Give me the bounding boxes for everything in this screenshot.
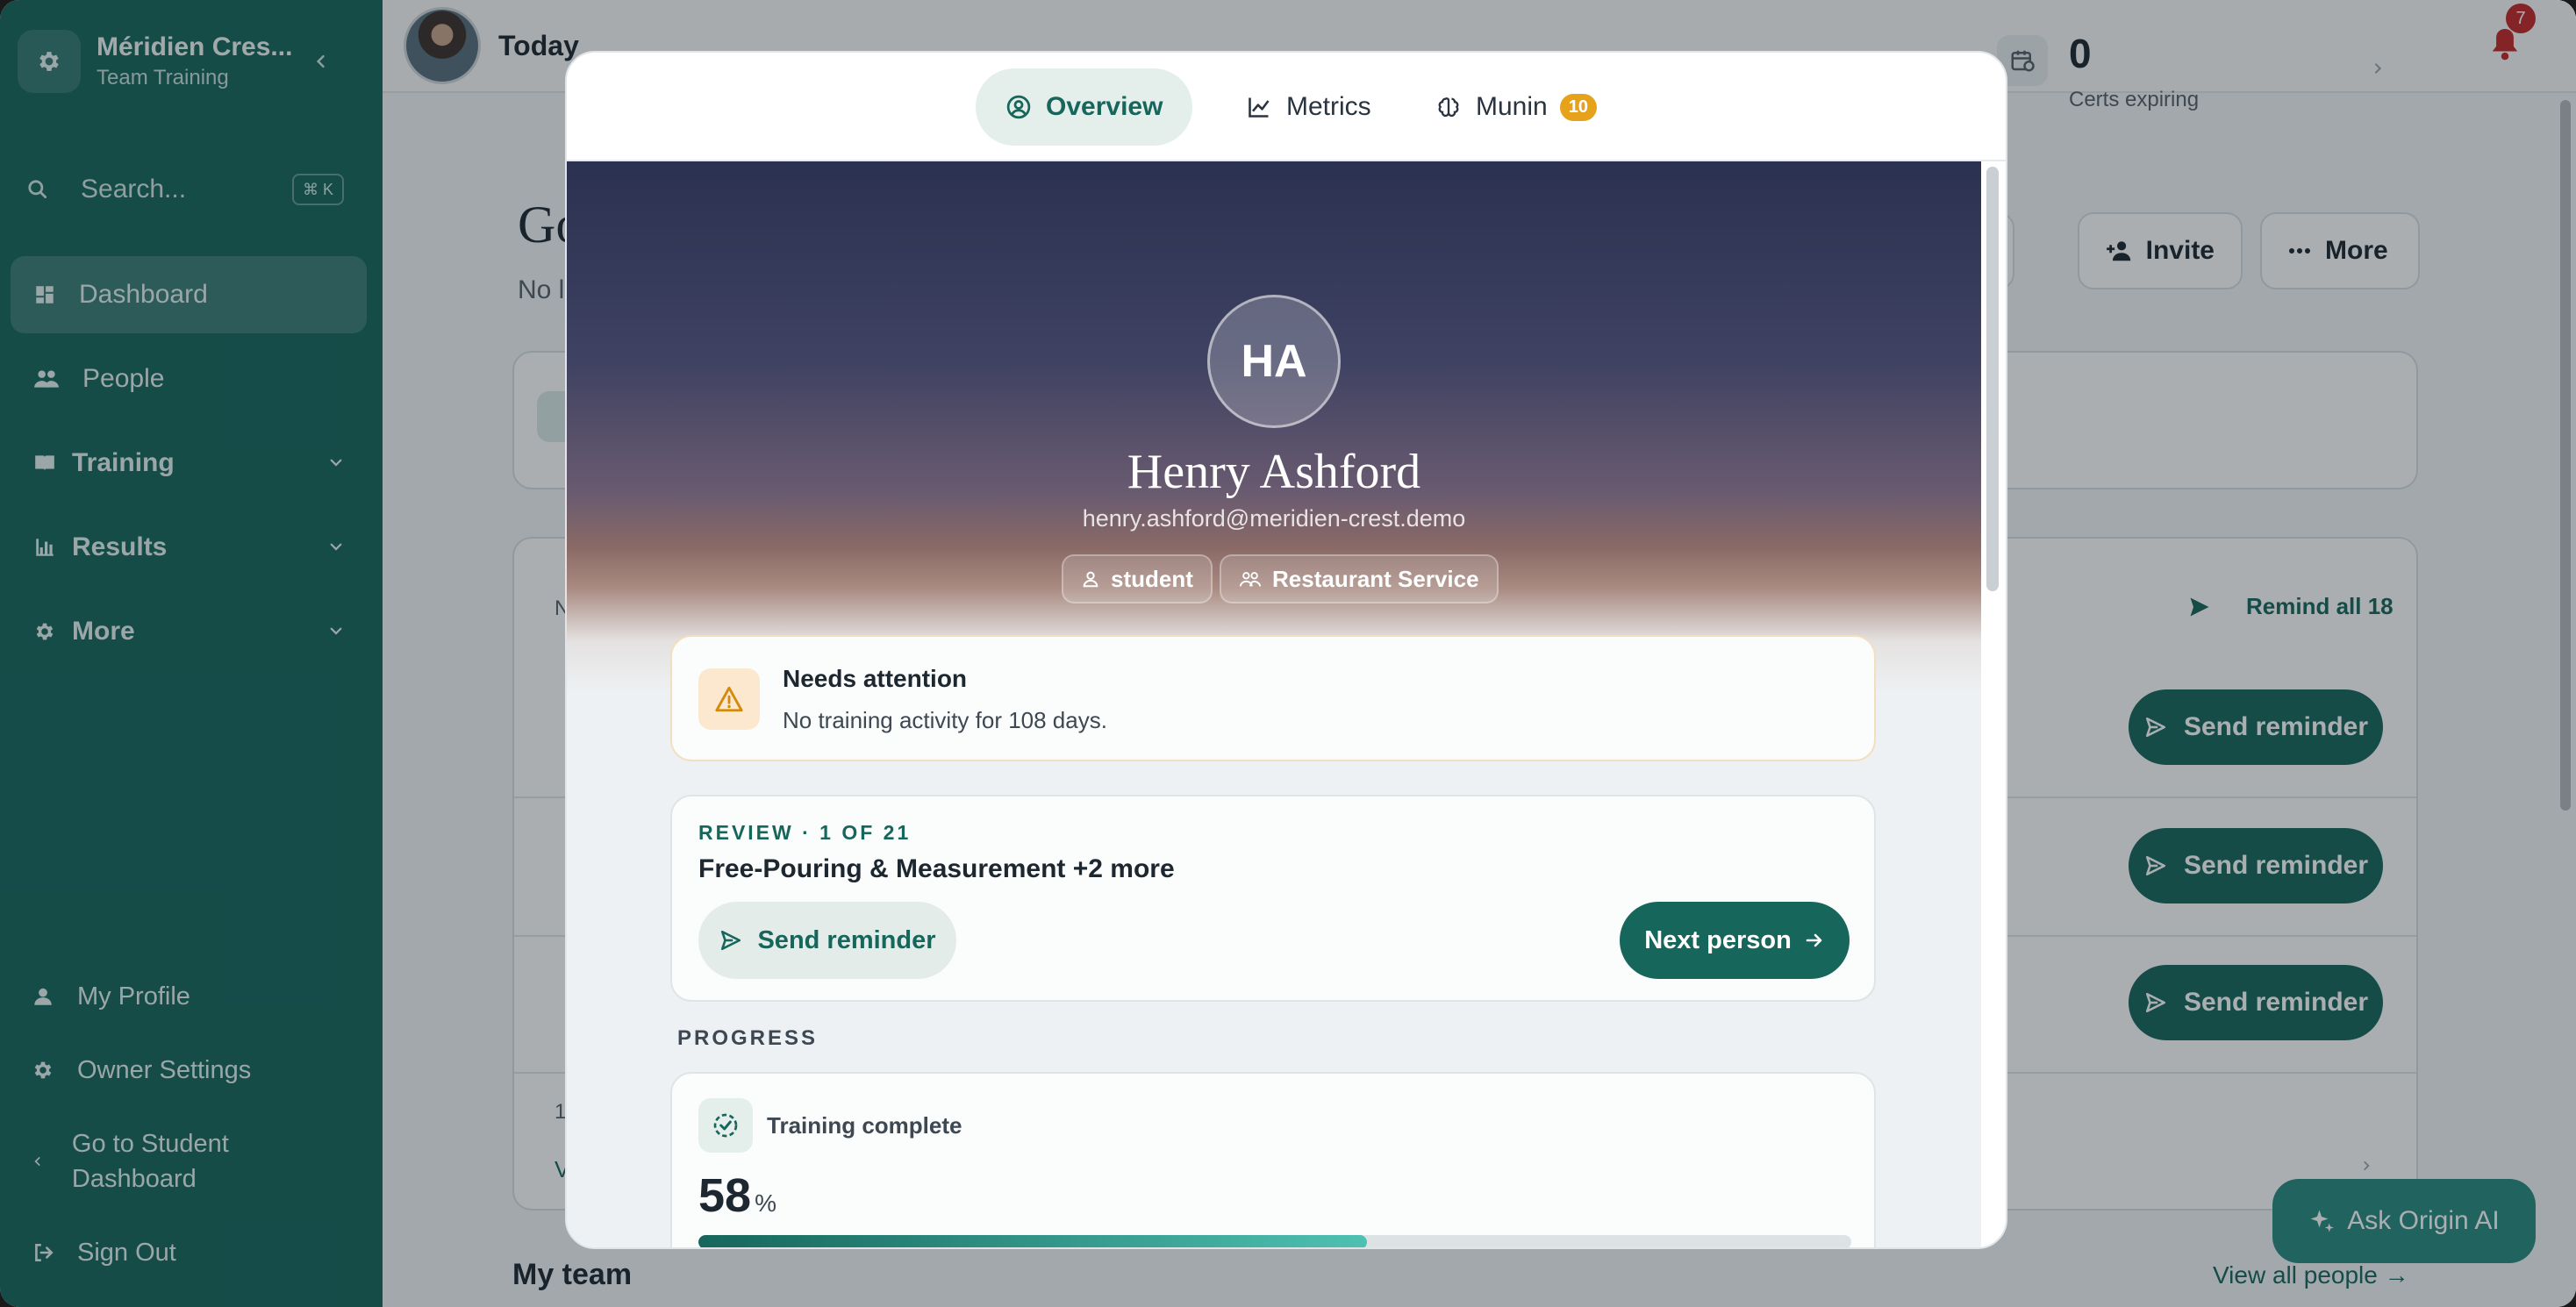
- tab-overview[interactable]: Overview: [976, 68, 1193, 146]
- warning-icon: [698, 668, 760, 730]
- avatar-initials: HA: [1207, 295, 1341, 428]
- tab-label: Overview: [1046, 92, 1163, 121]
- line-chart-icon: [1249, 97, 1270, 118]
- person-detail-modal: Overview Metrics Munin 10 HA Henry Ashfo…: [565, 51, 2007, 1249]
- user-icon: [1083, 571, 1098, 588]
- modal-scrollbar[interactable]: [1986, 167, 1999, 591]
- modal-body: HA Henry Ashford henry.ashford@meridien-…: [567, 161, 1981, 1247]
- tab-label: Munin: [1476, 92, 1548, 121]
- role-label: student: [1111, 565, 1193, 592]
- app-window: Méridien Cres... Team Training Search...…: [0, 0, 2576, 1307]
- progress-title: Training complete: [767, 1112, 962, 1139]
- send-reminder-label: Send reminder: [757, 925, 936, 954]
- modal-tabs: Overview Metrics Munin 10: [567, 53, 2006, 161]
- check-circle-icon: [698, 1098, 753, 1153]
- person-email: henry.ashford@meridien-crest.demo: [1082, 505, 1466, 532]
- next-person-button[interactable]: Next person: [1620, 902, 1850, 979]
- progress-bar: [698, 1235, 1851, 1247]
- review-title: Free-Pouring & Measurement +2 more: [698, 854, 1175, 883]
- role-chip: student: [1062, 554, 1213, 604]
- training-progress-card: Training complete 58%: [670, 1072, 1876, 1247]
- team-label: Restaurant Service: [1272, 565, 1479, 592]
- next-person-label: Next person: [1644, 925, 1792, 954]
- send-icon: [721, 930, 741, 951]
- team-chip: Restaurant Service: [1220, 554, 1499, 604]
- send-reminder-button[interactable]: Send reminder: [698, 902, 956, 979]
- progress-bar-fill: [698, 1235, 1368, 1247]
- attention-title: Needs attention: [783, 665, 968, 692]
- review-card: REVIEW · 1 OF 21 Free-Pouring & Measurem…: [670, 795, 1876, 1002]
- brain-icon: [1438, 97, 1459, 118]
- needs-attention-card: Needs attention No training activity for…: [670, 635, 1876, 761]
- people-icon: [1239, 572, 1262, 587]
- progress-section-label: PROGRESS: [677, 1026, 819, 1050]
- tab-munin[interactable]: Munin 10: [1406, 68, 1627, 146]
- progress-value: 58%: [698, 1168, 776, 1223]
- person-name: Henry Ashford: [1127, 445, 1421, 499]
- arrow-right-icon: [1806, 933, 1822, 947]
- progress-number: 58: [698, 1169, 752, 1222]
- tab-label: Metrics: [1286, 92, 1371, 121]
- munin-count-badge: 10: [1559, 93, 1597, 121]
- attention-description: No training activity for 108 days.: [783, 707, 1107, 733]
- progress-unit: %: [755, 1189, 776, 1217]
- user-circle-icon: [1006, 95, 1031, 119]
- tab-metrics[interactable]: Metrics: [1216, 68, 1401, 146]
- review-position: REVIEW · 1 OF 21: [698, 821, 912, 844]
